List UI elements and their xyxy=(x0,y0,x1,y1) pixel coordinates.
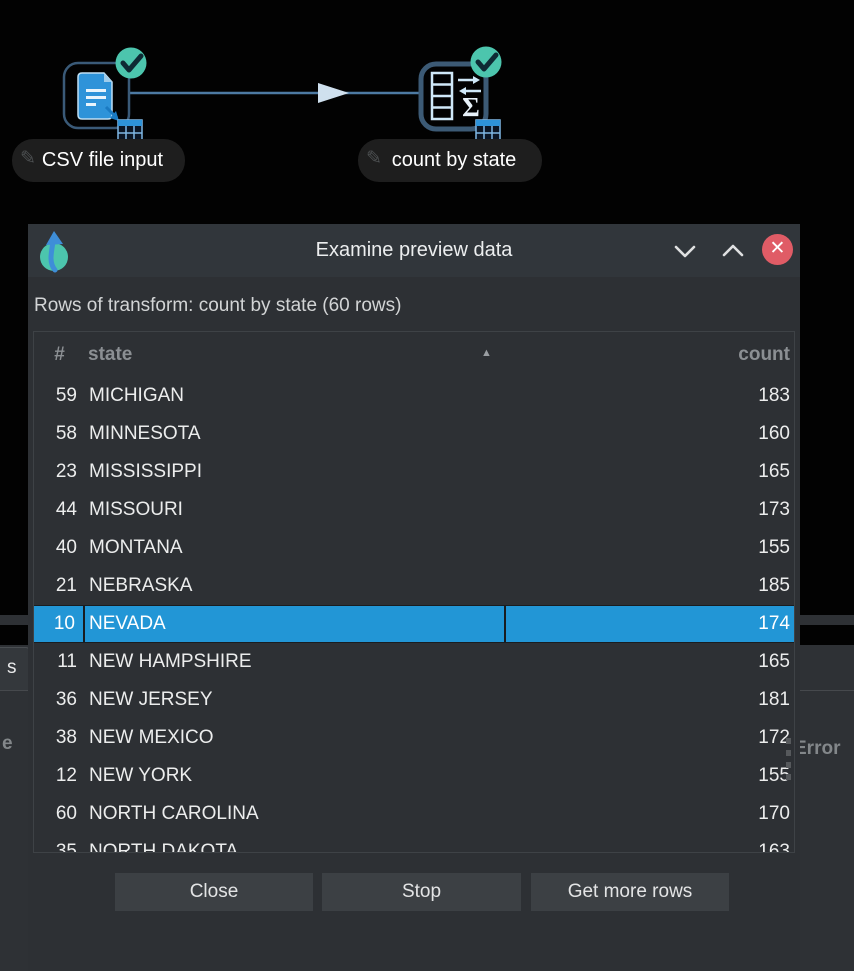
get-more-rows-button[interactable]: Get more rows xyxy=(531,873,729,911)
window-shade-button[interactable] xyxy=(668,234,702,268)
cell-num[interactable]: 36 xyxy=(34,689,85,711)
node-label-text: CSV file input xyxy=(42,149,163,171)
cell-num[interactable]: 12 xyxy=(34,765,85,787)
cell-state[interactable]: MINNESOTA xyxy=(85,423,506,445)
cell-count[interactable]: 181 xyxy=(506,689,794,711)
sort-ascending-icon: ▲ xyxy=(481,347,492,359)
hop-logo-icon xyxy=(38,229,72,273)
table-row[interactable]: 36NEW JERSEY181 xyxy=(34,681,794,719)
background-column-header-error: Error xyxy=(794,738,840,760)
table-row[interactable]: 60NORTH CAROLINA170 xyxy=(34,795,794,833)
table-row[interactable]: 40MONTANA155 xyxy=(34,529,794,567)
cell-count[interactable]: 160 xyxy=(506,423,794,445)
success-check-icon[interactable] xyxy=(116,48,147,79)
cell-state[interactable]: NEW HAMPSHIRE xyxy=(85,651,506,673)
background-tab[interactable]: s xyxy=(0,647,30,691)
table-row[interactable]: 10NEVADA174 xyxy=(34,605,794,643)
column-header-count[interactable]: count xyxy=(506,344,794,366)
cell-count[interactable]: 174 xyxy=(506,613,794,635)
cell-num[interactable]: 58 xyxy=(34,423,85,445)
window-close-button[interactable]: ✕ xyxy=(760,234,794,268)
close-icon: ✕ xyxy=(762,234,793,265)
cell-num[interactable]: 11 xyxy=(34,651,85,673)
cell-state[interactable]: NEVADA xyxy=(85,606,506,642)
pipeline-canvas[interactable]: Σ xyxy=(0,0,854,224)
cell-num[interactable]: 38 xyxy=(34,727,85,749)
table-row[interactable]: 21NEBRASKA185 xyxy=(34,567,794,605)
table-row[interactable]: 23MISSISSIPPI165 xyxy=(34,453,794,491)
cell-count[interactable]: 173 xyxy=(506,499,794,521)
table-row[interactable]: 59MICHIGAN183 xyxy=(34,377,794,415)
node-label-csv-file-input[interactable]: ✎ CSV file input xyxy=(12,139,185,182)
node-label-count-by-state[interactable]: ✎ count by state xyxy=(358,139,542,182)
group-by-icon: Σ xyxy=(432,73,481,122)
cell-state[interactable]: MONTANA xyxy=(85,537,506,559)
cell-state[interactable]: MISSISSIPPI xyxy=(85,461,506,483)
window-unshade-button[interactable] xyxy=(716,234,750,268)
cell-num[interactable]: 35 xyxy=(34,841,85,853)
hop-arrowhead xyxy=(318,83,349,103)
cell-num[interactable]: 60 xyxy=(34,803,85,825)
column-header-num[interactable]: # xyxy=(34,344,85,366)
cell-count[interactable]: 155 xyxy=(506,765,794,787)
table-row[interactable]: 12NEW YORK155 xyxy=(34,757,794,795)
table-row[interactable]: 11NEW HAMPSHIRE165 xyxy=(34,643,794,681)
preview-table: # state ▲ count 59MICHIGAN18358MINNESOTA… xyxy=(33,331,795,853)
background-tab-label: s xyxy=(7,657,17,679)
csv-file-icon xyxy=(78,73,119,121)
preview-table-header: # state ▲ count xyxy=(34,332,794,377)
app-window: s e Error xyxy=(0,0,854,971)
cell-count[interactable]: 172 xyxy=(506,727,794,749)
cell-num[interactable]: 21 xyxy=(34,575,85,597)
rows-of-transform-label: Rows of transform: count by state (60 ro… xyxy=(34,295,401,317)
table-row[interactable]: 58MINNESOTA160 xyxy=(34,415,794,453)
cell-state[interactable]: MISSOURI xyxy=(85,499,506,521)
cell-count[interactable]: 170 xyxy=(506,803,794,825)
success-check-icon[interactable] xyxy=(471,47,502,78)
node-csv-file-input[interactable] xyxy=(64,48,147,143)
table-row[interactable]: 38NEW MEXICO172 xyxy=(34,719,794,757)
background-column-header-left: e xyxy=(2,733,13,755)
dialog-titlebar: Examine preview data ✕ xyxy=(28,224,800,277)
cell-num[interactable]: 10 xyxy=(34,606,85,642)
cell-count[interactable]: 165 xyxy=(506,461,794,483)
cell-state[interactable]: MICHIGAN xyxy=(85,385,506,407)
cell-state[interactable]: NEW MEXICO xyxy=(85,727,506,749)
cell-count[interactable]: 155 xyxy=(506,537,794,559)
cell-count[interactable]: 183 xyxy=(506,385,794,407)
column-header-state[interactable]: state xyxy=(85,344,506,366)
close-button[interactable]: Close xyxy=(115,873,313,911)
edit-pencil-icon: ✎ xyxy=(366,141,382,177)
edit-pencil-icon: ✎ xyxy=(20,141,36,177)
cell-count[interactable]: 163 xyxy=(506,841,794,853)
cell-state[interactable]: NORTH DAKOTA xyxy=(85,841,506,853)
table-row[interactable]: 35NORTH DAKOTA163 xyxy=(34,833,794,853)
cell-state[interactable]: NORTH CAROLINA xyxy=(85,803,506,825)
cell-num[interactable]: 59 xyxy=(34,385,85,407)
preview-table-rows: 59MICHIGAN18358MINNESOTA16023MISSISSIPPI… xyxy=(34,377,794,853)
cell-num[interactable]: 44 xyxy=(34,499,85,521)
cell-count[interactable]: 165 xyxy=(506,651,794,673)
examine-preview-dialog: Examine preview data ✕ Rows of transform… xyxy=(28,224,800,971)
node-count-by-state[interactable]: Σ xyxy=(421,47,502,143)
stop-button[interactable]: Stop xyxy=(322,873,521,911)
cell-state[interactable]: NEW JERSEY xyxy=(85,689,506,711)
cell-state[interactable]: NEBRASKA xyxy=(85,575,506,597)
cell-count[interactable]: 185 xyxy=(506,575,794,597)
table-scrollbar[interactable] xyxy=(786,738,791,786)
node-label-text: count by state xyxy=(392,149,517,171)
hop-link[interactable] xyxy=(130,83,420,103)
cell-num[interactable]: 23 xyxy=(34,461,85,483)
table-row[interactable]: 44MISSOURI173 xyxy=(34,491,794,529)
cell-state[interactable]: NEW YORK xyxy=(85,765,506,787)
cell-num[interactable]: 40 xyxy=(34,537,85,559)
svg-text:Σ: Σ xyxy=(462,92,480,122)
